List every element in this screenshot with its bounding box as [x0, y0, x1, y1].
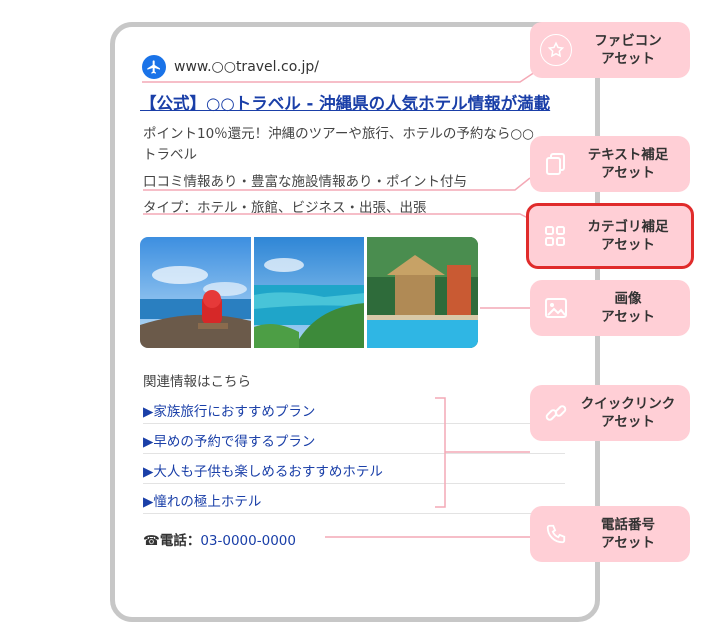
copy-icon	[540, 148, 572, 180]
category-asset-badge: カテゴリ補足 アセット	[526, 203, 694, 269]
favicon-asset-badge: ファビコン アセット	[530, 22, 690, 78]
star-icon	[540, 34, 572, 66]
phone-asset-badge: 電話番号 アセット	[530, 506, 690, 562]
image-icon	[540, 292, 572, 324]
image-asset-badge: 画像 アセット	[530, 280, 690, 336]
text-asset-badge: テキスト補足 アセット	[530, 136, 690, 192]
link-icon	[540, 397, 572, 429]
phone-icon	[540, 518, 572, 550]
grid-icon	[539, 220, 571, 252]
sitelink-asset-badge: クイックリンク アセット	[530, 385, 690, 441]
